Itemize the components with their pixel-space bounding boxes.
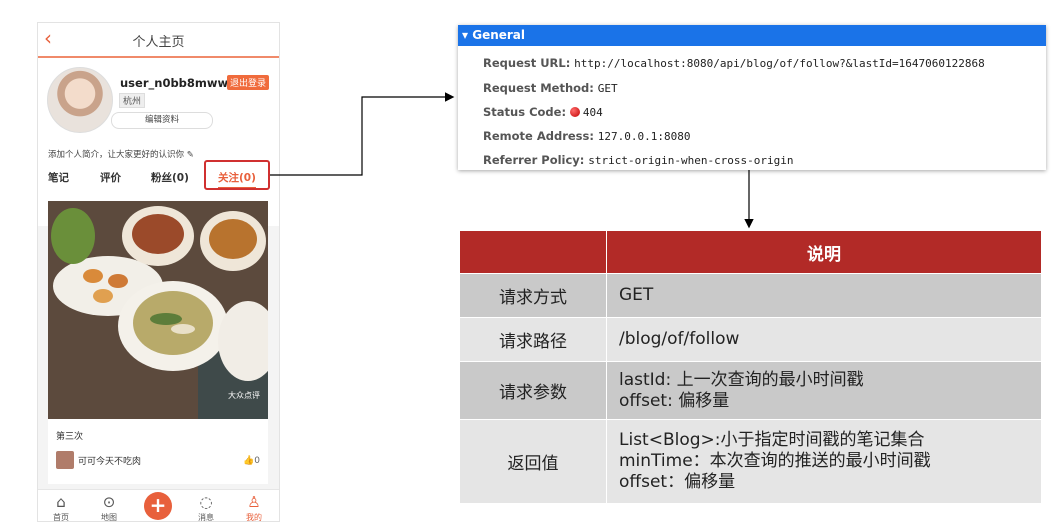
- triangle-down-icon: ▾: [462, 28, 469, 42]
- table-header-row: 说明: [459, 230, 1042, 274]
- table-row: 返回值 List<Blog>:小于指定时间戳的笔记集合 minTime：本次查询…: [459, 419, 1042, 504]
- request-method-row: Request Method: GET: [483, 81, 618, 95]
- status-code-row: Status Code: 404: [483, 105, 603, 119]
- table-header-blank: [459, 230, 607, 274]
- remote-address-row: Remote Address: 127.0.0.1:8080: [483, 129, 691, 143]
- table-header-description: 说明: [606, 230, 1042, 274]
- api-description-table: 说明 请求方式 GET 请求路径 /blog/of/follow 请求参数 la…: [459, 230, 1042, 504]
- row-name: 请求路径: [459, 317, 607, 362]
- devtools-general-panel: ▾ General Request URL: http://localhost:…: [458, 25, 1046, 170]
- table-row: 请求方式 GET: [459, 273, 1042, 318]
- row-name: 返回值: [459, 419, 607, 504]
- devtools-section-header[interactable]: ▾ General: [458, 25, 1046, 46]
- row-name: 请求参数: [459, 361, 607, 420]
- row-desc: /blog/of/follow: [606, 317, 1042, 362]
- row-desc: GET: [606, 273, 1042, 318]
- row-desc: List<Blog>:小于指定时间戳的笔记集合 minTime：本次查询的推送的…: [606, 419, 1042, 504]
- request-url-row: Request URL: http://localhost:8080/api/b…: [483, 56, 985, 70]
- row-desc: lastId: 上一次查询的最小时间戳 offset: 偏移量: [606, 361, 1042, 420]
- referrer-policy-row: Referrer Policy: strict-origin-when-cros…: [483, 153, 794, 167]
- table-row: 请求路径 /blog/of/follow: [459, 317, 1042, 362]
- row-name: 请求方式: [459, 273, 607, 318]
- table-row: 请求参数 lastId: 上一次查询的最小时间戳 offset: 偏移量: [459, 361, 1042, 420]
- arrow-to-devtools: [270, 92, 455, 176]
- status-error-dot-icon: [569, 107, 580, 117]
